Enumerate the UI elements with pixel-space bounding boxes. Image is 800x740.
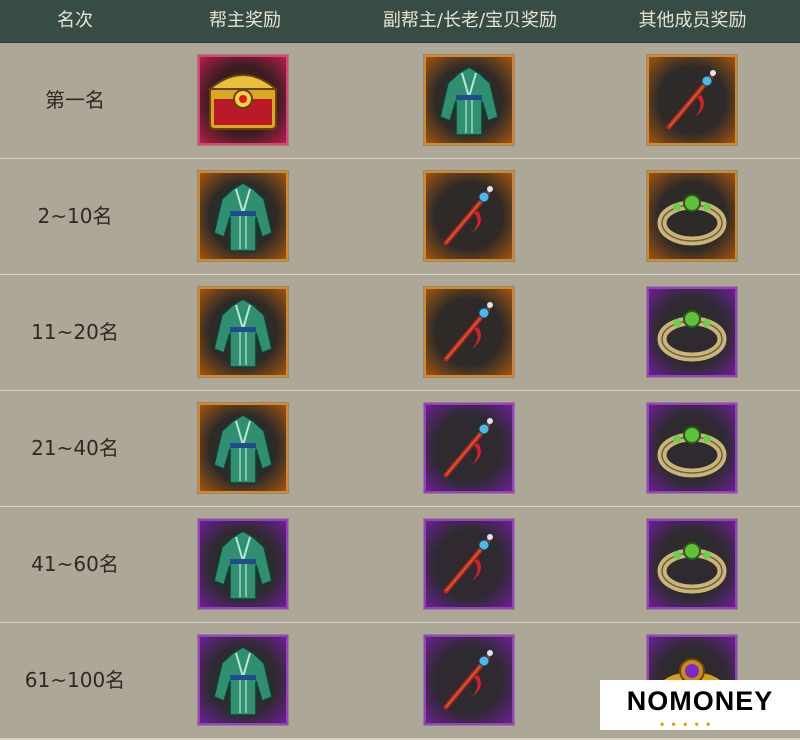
rank-label: 11~20名 — [31, 320, 119, 344]
watermark-text: NOMONEY — [626, 686, 774, 716]
robe-icon[interactable] — [198, 287, 288, 377]
table-header: 名次 帮主奖励 副帮主/长老/宝贝奖励 其他成员奖励 — [0, 0, 800, 43]
reward-table: 名次 帮主奖励 副帮主/长老/宝贝奖励 其他成员奖励 第一名 2~10名 11~… — [0, 0, 800, 740]
robe-icon[interactable] — [198, 403, 288, 493]
rank-label: 第一名 — [45, 88, 105, 112]
hairpin-icon[interactable] — [424, 635, 514, 725]
treasure-chest-icon[interactable] — [198, 55, 288, 145]
rank-label: 2~10名 — [37, 204, 113, 228]
hairpin-icon[interactable] — [424, 287, 514, 377]
hairpin-icon[interactable] — [424, 171, 514, 261]
hairpin-icon[interactable] — [424, 519, 514, 609]
table-row: 第一名 — [0, 43, 800, 160]
header-vice-reward: 副帮主/长老/宝贝奖励 — [382, 10, 558, 31]
robe-icon[interactable] — [424, 55, 514, 145]
rank-label: 61~100名 — [24, 668, 126, 692]
robe-icon[interactable] — [198, 519, 288, 609]
table-row: 11~20名 — [0, 275, 800, 392]
robe-icon[interactable] — [198, 635, 288, 725]
ring-icon[interactable] — [647, 171, 737, 261]
hairpin-icon[interactable] — [647, 55, 737, 145]
rank-label: 21~40名 — [31, 436, 119, 460]
nomoney-watermark: NOMONEY • • • • • — [600, 680, 800, 730]
rank-label: 41~60名 — [31, 552, 119, 576]
header-leader-reward: 帮主奖励 — [209, 10, 281, 31]
header-rank: 名次 — [57, 10, 93, 31]
hairpin-icon[interactable] — [424, 403, 514, 493]
table-row: 2~10名 — [0, 159, 800, 276]
header-member-reward: 其他成员奖励 — [638, 10, 747, 31]
ring-icon[interactable] — [647, 519, 737, 609]
table-row: 21~40名 — [0, 391, 800, 508]
table-row: 41~60名 — [0, 507, 800, 624]
ring-icon[interactable] — [647, 403, 737, 493]
robe-icon[interactable] — [198, 171, 288, 261]
watermark-dots: • • • • • — [660, 717, 713, 731]
ring-icon[interactable] — [647, 287, 737, 377]
